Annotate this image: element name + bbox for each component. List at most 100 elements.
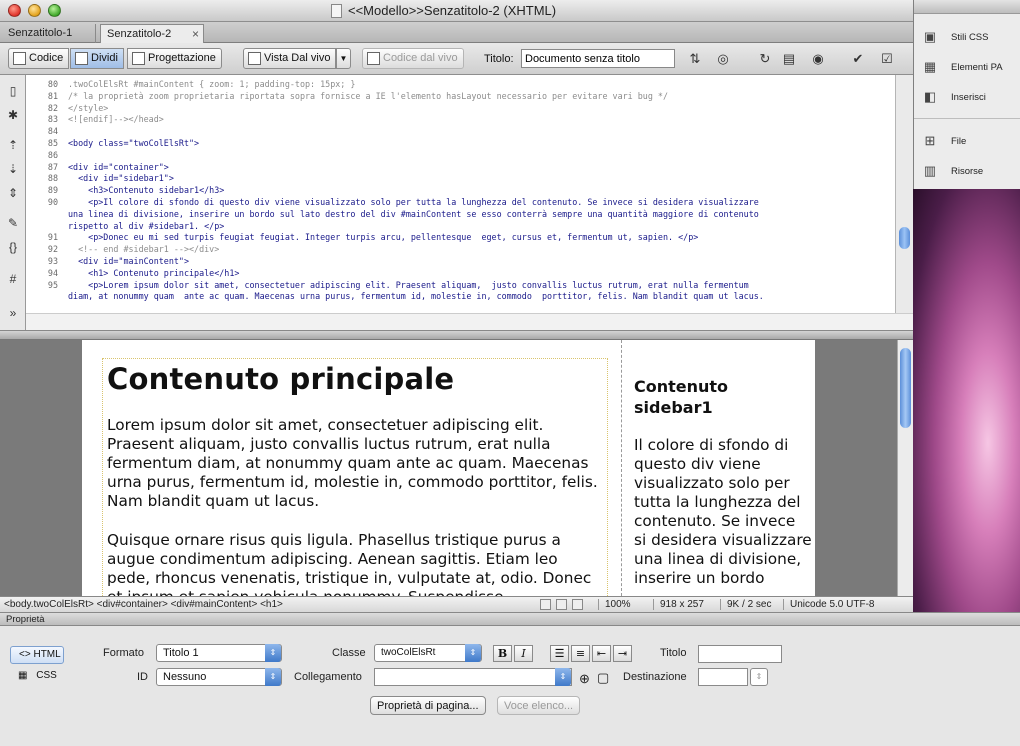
panel-item-css-styles[interactable]: ▣ Stili CSS	[920, 28, 1018, 46]
design-scrollbar-thumb[interactable]	[900, 348, 911, 428]
tab-senzatitolo-2[interactable]: Senzatitolo-2 ×	[100, 24, 204, 43]
live-view-dropdown-button[interactable]: ▼	[336, 48, 351, 69]
code-line[interactable]: <body class="twoColElsRt">	[68, 138, 893, 150]
page-properties-button[interactable]: Proprietà di pagina...	[370, 696, 486, 715]
document-title-input[interactable]	[521, 49, 675, 68]
link-input[interactable]: ⇕	[374, 668, 572, 686]
zoom-tool-icon[interactable]	[572, 599, 583, 610]
panel-item-assets[interactable]: ▥ Risorse	[920, 162, 1018, 180]
preview-browser-icon[interactable]: ◎	[715, 51, 731, 67]
design-view[interactable]: Contenuto principale Lorem ipsum dolor s…	[0, 340, 897, 596]
main-content-div[interactable]: Contenuto principale Lorem ipsum dolor s…	[102, 358, 608, 596]
code-scrollbar-thumb[interactable]	[899, 227, 910, 249]
design-view-button[interactable]: Progettazione	[127, 48, 222, 69]
tab-senzatitolo-1[interactable]: Senzatitolo-1	[2, 24, 96, 43]
id-select[interactable]: Nessuno ⇕	[156, 668, 282, 686]
code-line[interactable]: <!-- end #sidebar1 --></div>	[68, 244, 893, 256]
code-horizontal-scrollbar[interactable]	[26, 313, 913, 330]
code-lines[interactable]: .twoColElsRt #mainContent { zoom: 1; pad…	[68, 79, 893, 303]
refresh-icon[interactable]: ↻	[757, 51, 773, 67]
code-line[interactable]	[68, 150, 893, 162]
minimize-window-button[interactable]	[28, 4, 41, 17]
code-line[interactable]: /* la proprietà zoom proprietaria riport…	[68, 91, 893, 103]
code-line[interactable]: <div id="container">	[68, 162, 893, 174]
target-dropdown-button[interactable]: ⇕	[750, 668, 768, 686]
zoom-window-button[interactable]	[48, 4, 61, 17]
live-code-button[interactable]: Codice dal vivo	[362, 48, 464, 69]
check-browser-icon[interactable]: ☑	[879, 51, 895, 67]
properties-panel-header[interactable]: Proprietà	[0, 612, 1020, 626]
browse-folder-icon[interactable]: ▢	[597, 670, 609, 686]
code-line-number: 94	[47, 267, 58, 278]
open-documents-icon[interactable]: ▯	[5, 83, 21, 99]
panel-item-files[interactable]: ⊞ File	[920, 132, 1018, 150]
code-line-number: 83	[47, 114, 58, 125]
code-line[interactable]: <p>Il colore di sfondo di questo div vie…	[68, 197, 893, 209]
window-size[interactable]: 918 x 257	[653, 599, 704, 610]
main-heading[interactable]: Contenuto principale	[107, 362, 454, 396]
target-input[interactable]	[698, 668, 748, 686]
code-line[interactable]	[68, 126, 893, 138]
code-view[interactable]: 80 81 82 83 84 85 86 87 88 89 90 91 92 93 94 95 .twoCol…	[26, 75, 895, 330]
code-line[interactable]: .twoColElsRt #mainContent { zoom: 1; pad…	[68, 79, 893, 91]
outdent-icon[interactable]: ⇤	[592, 645, 611, 662]
italic-button[interactable]: I	[514, 645, 533, 662]
indent-icon[interactable]: ⇥	[613, 645, 632, 662]
view-options-icon[interactable]: ▤	[781, 51, 797, 67]
main-paragraph-1[interactable]: Lorem ipsum dolor sit amet, consectetuer…	[107, 416, 605, 511]
code-line[interactable]: <div id="sidebar1">	[68, 173, 893, 185]
class-select[interactable]: twoColElsRt ⇕	[374, 644, 482, 662]
css-properties-toggle[interactable]: ▦ CSS	[14, 670, 57, 681]
show-code-navigator-icon[interactable]: ✱	[5, 107, 21, 123]
split-view-divider[interactable]	[0, 330, 913, 340]
design-scrollbar[interactable]	[897, 340, 913, 596]
hand-tool-icon[interactable]	[556, 599, 567, 610]
line-numbers-icon[interactable]: #	[5, 271, 21, 287]
code-line[interactable]: <p>Donec eu mi sed turpis feugiat feugia…	[68, 232, 893, 244]
select-tool-icon[interactable]	[540, 599, 551, 610]
code-line[interactable]: <div id="mainContent">	[68, 256, 893, 268]
expand-all-icon[interactable]: ⇕	[5, 185, 21, 201]
code-line[interactable]: </style>	[68, 103, 893, 115]
split-view-button[interactable]: Dividi	[70, 48, 124, 69]
bold-button[interactable]: B	[493, 645, 512, 662]
ordered-list-icon[interactable]: ≡	[571, 645, 590, 662]
code-line[interactable]: <h3>Contenuto sidebar1</h3>	[68, 185, 893, 197]
panel-item-ap-elements[interactable]: ▦ Elementi PA	[920, 58, 1018, 76]
title-attr-input[interactable]	[698, 645, 782, 663]
html-icon: <>	[19, 649, 31, 660]
select-parent-tag-icon[interactable]: ✎	[5, 215, 21, 231]
panel-dock-header[interactable]	[914, 0, 1020, 14]
format-select[interactable]: Titolo 1 ⇕	[156, 644, 282, 662]
tag-selector[interactable]: <body.twoColElsRt> <div#container> <div#…	[4, 599, 283, 610]
code-line[interactable]: <![endif]--></head>	[68, 114, 893, 126]
code-line[interactable]: diam, at nonummy quam ante ac quam. Maec…	[68, 291, 893, 303]
close-window-button[interactable]	[8, 4, 21, 17]
close-tab-icon[interactable]: ×	[192, 27, 199, 41]
sidebar-heading[interactable]: Contenuto sidebar1	[634, 376, 804, 418]
code-line[interactable]: <h1> Contenuto principale</h1>	[68, 268, 893, 280]
html-properties-toggle[interactable]: <> HTML	[10, 646, 64, 664]
live-view-button[interactable]: Vista Dal vivo	[243, 48, 337, 69]
panel-item-insert[interactable]: ◧ Inserisci	[920, 88, 1018, 106]
visual-aids-icon[interactable]: ◉	[810, 51, 826, 67]
more-tools-icon[interactable]: »	[5, 305, 21, 321]
sidebar1-div[interactable]: Contenuto sidebar1 Il colore di sfondo d…	[621, 340, 815, 596]
main-paragraph-2[interactable]: Quisque ornare risus quis ligula. Phasel…	[107, 531, 605, 596]
file-management-icon[interactable]: ⇅	[687, 51, 703, 67]
validate-markup-icon[interactable]: ✔	[850, 51, 866, 67]
collapse-selection-icon[interactable]: ⇣	[5, 161, 21, 177]
download-size: 9K / 2 sec	[720, 599, 771, 610]
unordered-list-icon[interactable]: ☰	[550, 645, 569, 662]
code-line[interactable]: <p>Lorem ipsum dolor sit amet, consectet…	[68, 280, 893, 292]
point-to-file-icon[interactable]: ⊕	[579, 671, 590, 687]
balance-braces-icon[interactable]: {}	[5, 239, 21, 255]
code-scrollbar[interactable]	[895, 75, 913, 313]
sidebar-paragraph[interactable]: Il colore di sfondo di questo div viene …	[634, 436, 812, 588]
code-line[interactable]: rispetto al div #sidebar1. </p>	[68, 221, 893, 233]
collapse-tag-icon[interactable]: ⇡	[5, 137, 21, 153]
zoom-level[interactable]: 100%	[598, 599, 631, 610]
code-view-button[interactable]: Codice	[8, 48, 70, 69]
code-line[interactable]: una linea di divisione, inserire un bord…	[68, 209, 893, 221]
list-item-button[interactable]: Voce elenco...	[497, 696, 581, 715]
